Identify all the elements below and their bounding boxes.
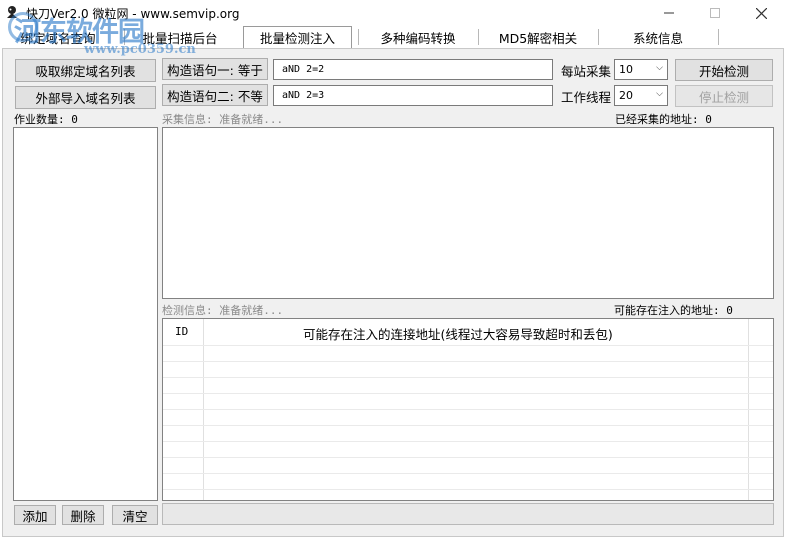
table-row [163,441,773,442]
collected-count: 已经采集的地址: 0 [615,113,712,126]
table-row [163,409,773,410]
tab-bound-domain[interactable]: 绑定域名查询 [6,26,110,48]
job-count-label: 作业数量: 0 [14,113,78,126]
statement1-label: 构造语句一: 等于 [162,58,268,80]
tab-md5[interactable]: MD5解密相关 [484,26,592,48]
statement1-input[interactable]: aND 2=2 [273,59,553,80]
minimize-icon [664,12,674,14]
add-button[interactable]: 添加 [14,505,56,525]
per-site-select[interactable]: 10 ⌵ [614,59,668,80]
tab-separator [358,29,359,45]
tab-bar: 绑定域名查询 批量扫描后台 批量检测注入 多种编码转换 MD5解密相关 系统信息 [0,26,786,48]
table-row [163,457,773,458]
collect-status: 采集信息: 准备就绪... [162,113,284,126]
maximize-button [692,0,738,26]
threads-label: 工作线程 [561,90,612,105]
column-header-id[interactable]: ID [175,325,188,338]
table-row [163,425,773,426]
tab-batch-scan[interactable]: 批量扫描后台 [130,26,230,48]
close-button[interactable] [738,0,784,26]
main-panel: 吸取绑定域名列表 外部导入域名列表 作业数量: 0 构造语句一: 等于 aND … [2,48,784,537]
stop-detect-button[interactable]: 停止检测 [675,85,773,107]
tab-batch-inject[interactable]: 批量检测注入 [243,26,352,48]
tab-separator [598,29,599,45]
start-detect-button[interactable]: 开始检测 [675,59,773,81]
chevron-down-icon: ⌵ [656,63,663,73]
statement2-label: 构造语句二: 不等 [162,84,268,106]
table-row [163,489,773,490]
app-logo-icon [7,6,17,18]
chevron-down-icon: ⌵ [656,89,663,99]
tab-encoding[interactable]: 多种编码转换 [364,26,472,48]
table-row [163,377,773,378]
threads-select[interactable]: 20 ⌵ [614,85,668,106]
fetch-domain-list-button[interactable]: 吸取绑定域名列表 [15,59,156,82]
table-row [163,345,773,346]
domain-list[interactable] [13,127,158,501]
delete-button[interactable]: 删除 [62,505,104,525]
table-row [163,473,773,474]
detect-status: 检测信息: 准备就绪... [162,304,284,317]
statement2-input[interactable]: aND 2=3 [273,85,553,106]
tab-system-info[interactable]: 系统信息 [604,26,712,48]
column-header-url[interactable]: 可能存在注入的连接地址(线程过大容易导致超时和丢包) [303,324,613,343]
close-icon [755,7,767,19]
maximize-icon [710,8,720,18]
status-bar [162,503,774,525]
table-row [163,361,773,362]
import-domain-list-button[interactable]: 外部导入域名列表 [15,86,156,109]
title-bar: 快刀Ver2.0 微粒网 - www.semvip.org [0,0,786,26]
table-row [163,393,773,394]
injection-count: 可能存在注入的地址: 0 [614,304,733,317]
per-site-value: 10 [619,63,633,76]
minimize-button[interactable] [646,0,692,26]
window-title: 快刀Ver2.0 微粒网 - www.semvip.org [26,7,240,21]
collect-list[interactable] [162,127,774,299]
tab-separator [124,29,125,45]
tab-separator [718,29,719,45]
threads-value: 20 [619,89,633,102]
tab-separator [478,29,479,45]
injection-table[interactable]: ID 可能存在注入的连接地址(线程过大容易导致超时和丢包) [162,318,774,501]
clear-button[interactable]: 清空 [112,505,158,525]
per-site-label: 每站采集 [561,64,612,79]
